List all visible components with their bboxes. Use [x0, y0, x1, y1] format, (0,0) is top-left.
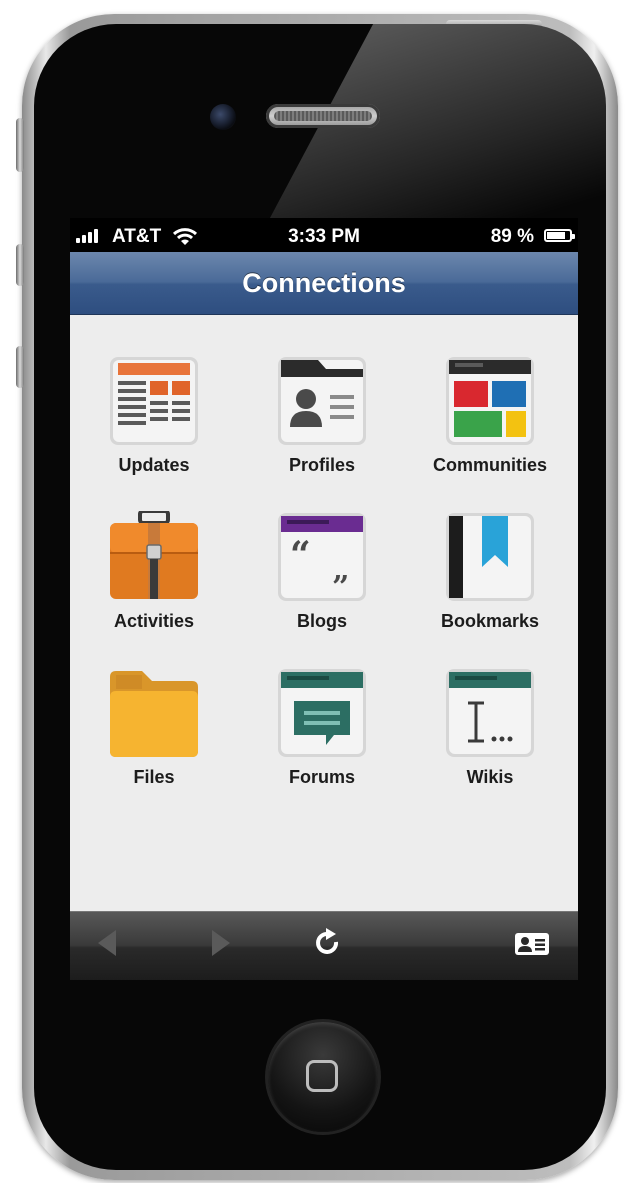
- navigation-bar: Connections: [70, 252, 578, 315]
- bookmarks-icon: [446, 513, 534, 601]
- wikis-icon: [446, 669, 534, 757]
- page-title: Connections: [242, 268, 406, 298]
- app-communities[interactable]: Communities: [406, 335, 574, 485]
- back-arrow-icon[interactable]: [94, 928, 118, 958]
- refresh-icon[interactable]: [314, 928, 342, 960]
- app-updates[interactable]: Updates: [70, 335, 238, 485]
- svg-text:”: ”: [332, 570, 349, 603]
- app-label: Wikis: [466, 767, 514, 787]
- battery-percentage: 89 %: [490, 226, 534, 247]
- bottom-toolbar: [70, 911, 578, 980]
- app-label: Communities: [432, 455, 547, 475]
- status-bar: AT&T 3:33 PM 89 %: [70, 218, 578, 252]
- profiles-icon: [278, 357, 366, 445]
- battery-icon: [544, 229, 575, 242]
- earpiece-speaker: [266, 104, 380, 128]
- blogs-icon: “ ”: [278, 513, 366, 603]
- app-forums[interactable]: Forums: [238, 647, 406, 797]
- app-bookmarks[interactable]: Bookmarks: [406, 491, 574, 641]
- app-label: Files: [133, 767, 175, 787]
- files-icon: [110, 671, 198, 757]
- app-files[interactable]: Files: [70, 647, 238, 797]
- app-activities[interactable]: Activities: [70, 491, 238, 641]
- app-wikis[interactable]: Wikis: [406, 647, 574, 797]
- app-label: Updates: [118, 455, 190, 475]
- app-profiles[interactable]: Profiles: [238, 335, 406, 485]
- app-grid: Updates Profiles Communities Activities …: [70, 315, 578, 911]
- app-blogs[interactable]: “ ” Blogs: [238, 491, 406, 641]
- forums-icon: [278, 669, 366, 757]
- app-label: Forums: [288, 767, 355, 787]
- home-button[interactable]: [268, 1022, 378, 1132]
- volume-down-button: [16, 346, 24, 388]
- front-camera: [210, 104, 236, 130]
- home-square-icon: [306, 1060, 338, 1092]
- volume-up-button: [16, 244, 24, 286]
- forward-arrow-icon[interactable]: [210, 928, 234, 958]
- mute-switch: [16, 118, 24, 172]
- app-label: Profiles: [288, 455, 356, 475]
- communities-icon: [446, 357, 534, 445]
- app-label: Blogs: [296, 611, 347, 631]
- profile-card-icon[interactable]: [514, 932, 550, 956]
- app-label: Bookmarks: [440, 611, 540, 631]
- activities-icon: [110, 511, 198, 599]
- svg-text:“: “: [290, 534, 311, 576]
- screen: AT&T 3:33 PM 89 % Connections Updates Pr…: [70, 218, 578, 980]
- updates-icon: [110, 357, 198, 445]
- app-label: Activities: [113, 611, 195, 631]
